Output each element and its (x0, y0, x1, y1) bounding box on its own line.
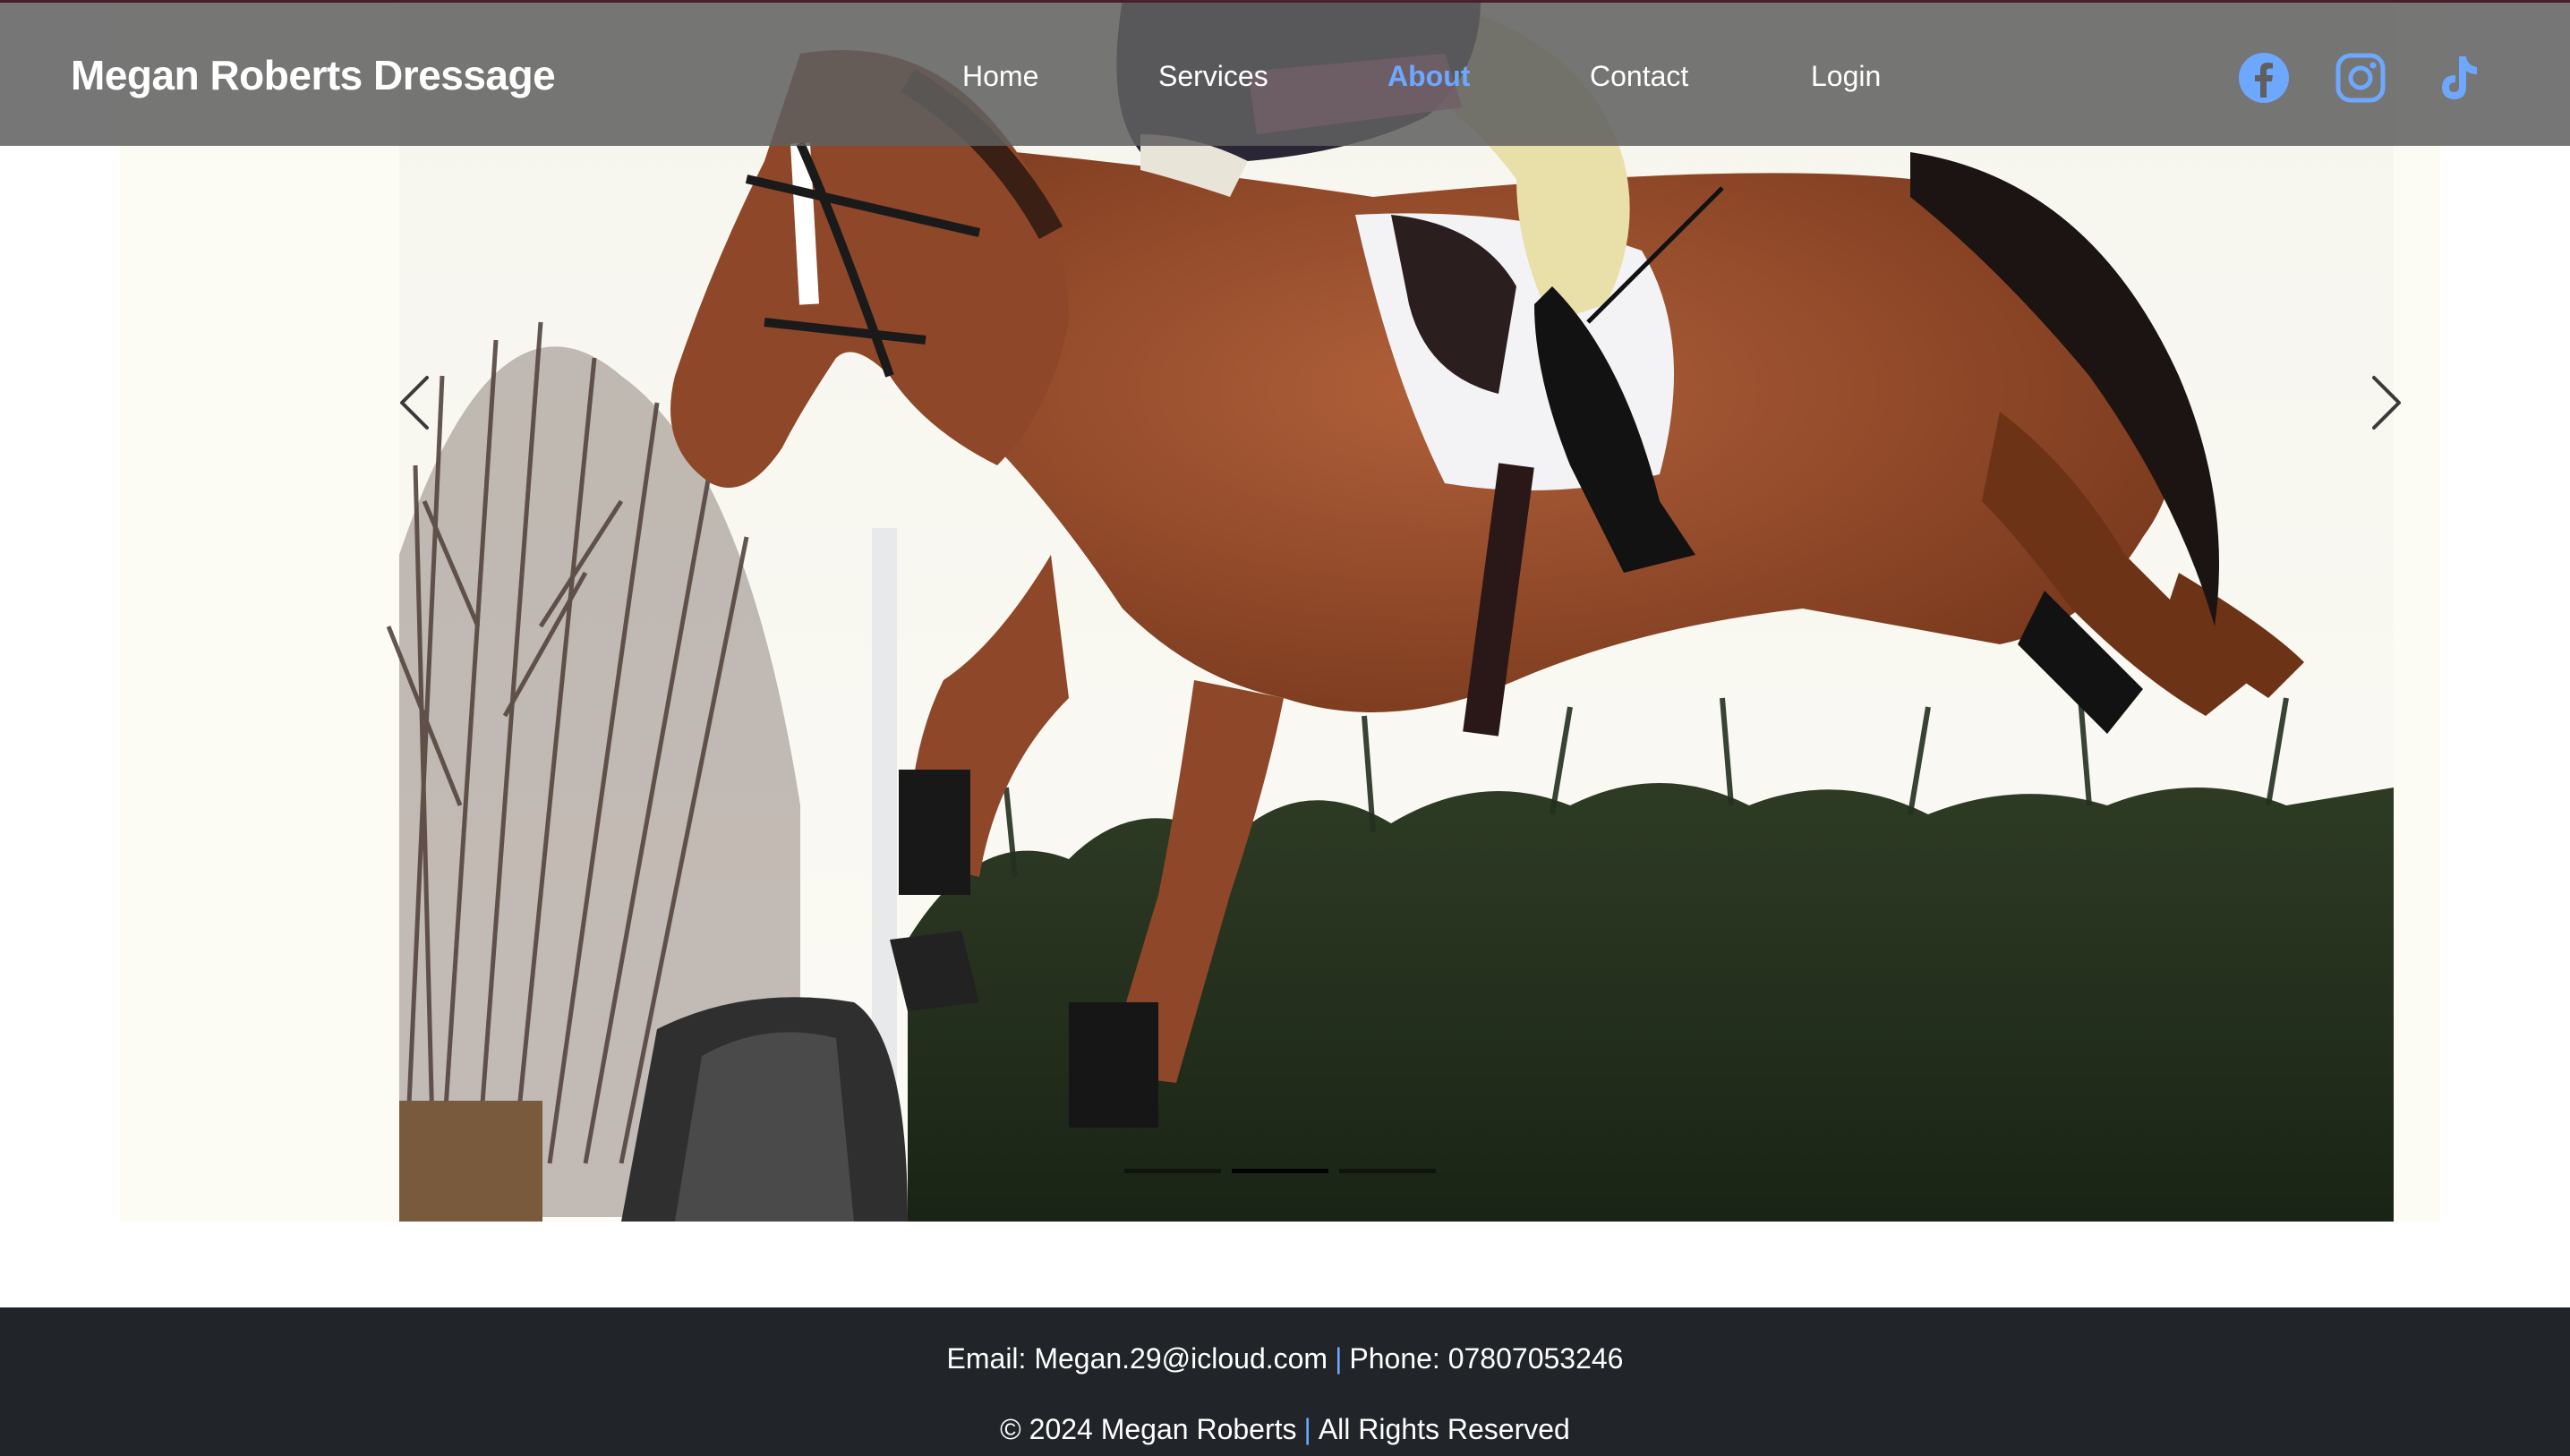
phone-link[interactable]: 07807053246 (1448, 1342, 1624, 1375)
footer-separator: | (1303, 1413, 1311, 1445)
carousel-indicators (1124, 1169, 1436, 1173)
chevron-right-icon (2372, 376, 2401, 430)
nav-link-login[interactable]: Login (1811, 60, 1881, 93)
email-link[interactable]: Megan.29@icloud.com (1034, 1342, 1328, 1375)
email-label: Email: (946, 1342, 1027, 1375)
carousel-prev-button[interactable] (379, 362, 450, 443)
tiktok-link[interactable] (2430, 51, 2484, 105)
tiktok-icon (2442, 56, 2477, 99)
footer-copyright-line: © 2024 Megan Roberts | All Rights Reserved (0, 1413, 2570, 1446)
nav-link-services[interactable]: Services (1158, 60, 1268, 93)
hero-carousel (120, 0, 2440, 1222)
facebook-link[interactable] (2237, 51, 2291, 105)
carousel-indicator-active[interactable] (1232, 1169, 1328, 1173)
page: Megan Roberts Dressage Home Services Abo… (0, 0, 2570, 1456)
footer: Email: Megan.29@icloud.com | Phone: 078070… (0, 1307, 2570, 1456)
carousel-indicator[interactable] (1339, 1169, 1436, 1173)
chevron-left-icon (400, 376, 429, 430)
phone-label: Phone: (1349, 1342, 1440, 1375)
rights-text: All Rights Reserved (1318, 1413, 1570, 1445)
carousel-next-button[interactable] (2351, 362, 2422, 443)
brand-link[interactable]: Megan Roberts Dressage (71, 51, 556, 99)
carousel-slide-image (120, 0, 2440, 1222)
nav-link-contact[interactable]: Contact (1590, 60, 1688, 93)
carousel-indicator[interactable] (1124, 1169, 1221, 1173)
footer-contact-line: Email: Megan.29@icloud.com | Phone: 078070… (0, 1342, 2570, 1375)
nav-link-home[interactable]: Home (962, 60, 1038, 93)
instagram-icon (2335, 53, 2386, 103)
instagram-link[interactable] (2334, 51, 2387, 105)
navbar: Megan Roberts Dressage Home Services Abo… (0, 0, 2570, 146)
nav-link-about[interactable]: About (1387, 60, 1470, 93)
footer-separator: | (1335, 1342, 1343, 1375)
facebook-icon (2239, 53, 2289, 103)
copyright-text: © 2024 Megan Roberts (1000, 1413, 1297, 1445)
